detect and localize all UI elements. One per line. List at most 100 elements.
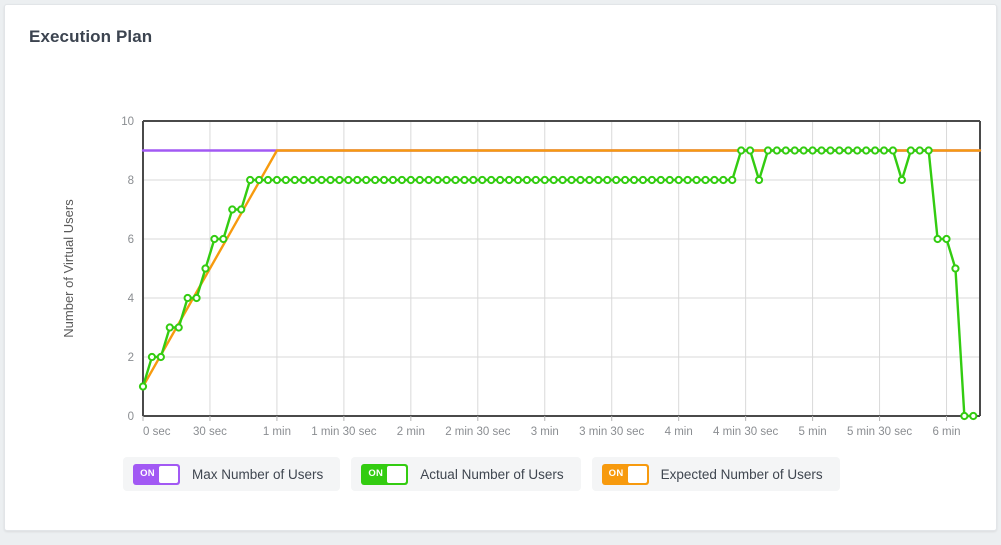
data-point-marker bbox=[488, 177, 494, 183]
data-point-marker bbox=[676, 177, 682, 183]
data-point-marker bbox=[318, 177, 324, 183]
data-point-marker bbox=[568, 177, 574, 183]
y-axis-tick-label: 8 bbox=[128, 175, 134, 187]
data-point-marker bbox=[301, 177, 307, 183]
data-point-marker bbox=[961, 413, 967, 419]
data-point-marker bbox=[524, 177, 530, 183]
data-point-marker bbox=[167, 324, 173, 330]
data-point-marker bbox=[926, 147, 932, 153]
data-point-marker bbox=[256, 177, 262, 183]
data-point-marker bbox=[845, 147, 851, 153]
data-point-marker bbox=[595, 177, 601, 183]
data-point-marker bbox=[908, 147, 914, 153]
data-point-marker bbox=[934, 236, 940, 242]
data-point-marker bbox=[399, 177, 405, 183]
data-point-marker bbox=[756, 177, 762, 183]
series-line-2 bbox=[143, 151, 973, 417]
y-axis-title: Number of Virtual Users bbox=[61, 199, 76, 338]
data-point-marker bbox=[738, 147, 744, 153]
data-point-marker bbox=[283, 177, 289, 183]
data-point-marker bbox=[211, 236, 217, 242]
data-point-marker bbox=[881, 147, 887, 153]
y-axis-tick-label: 0 bbox=[128, 411, 134, 423]
data-point-marker bbox=[292, 177, 298, 183]
data-point-marker bbox=[863, 147, 869, 153]
data-point-marker bbox=[551, 177, 557, 183]
x-axis-tick-label: 2 min 30 sec bbox=[445, 426, 510, 438]
data-point-marker bbox=[229, 206, 235, 212]
x-axis-tick-label: 3 min 30 sec bbox=[579, 426, 644, 438]
x-axis-tick-label: 5 min 30 sec bbox=[847, 426, 912, 438]
x-axis-tick-label: 0 sec bbox=[143, 426, 171, 438]
legend-toggle-switch-0[interactable]: ON bbox=[133, 464, 180, 485]
data-point-marker bbox=[604, 177, 610, 183]
data-point-marker bbox=[711, 177, 717, 183]
x-axis-tick-label: 2 min bbox=[397, 426, 425, 438]
x-axis-tick-label: 4 min 30 sec bbox=[713, 426, 778, 438]
data-point-marker bbox=[917, 147, 923, 153]
data-point-marker bbox=[345, 177, 351, 183]
data-point-marker bbox=[693, 177, 699, 183]
data-point-marker bbox=[461, 177, 467, 183]
data-point-marker bbox=[747, 147, 753, 153]
data-point-marker bbox=[452, 177, 458, 183]
data-point-marker bbox=[649, 177, 655, 183]
data-point-marker bbox=[765, 147, 771, 153]
data-point-marker bbox=[774, 147, 780, 153]
data-point-marker bbox=[363, 177, 369, 183]
data-point-marker bbox=[658, 177, 664, 183]
data-point-marker bbox=[238, 206, 244, 212]
data-point-marker bbox=[149, 354, 155, 360]
data-point-marker bbox=[872, 147, 878, 153]
data-point-marker bbox=[470, 177, 476, 183]
data-point-marker bbox=[390, 177, 396, 183]
x-axis-tick-label: 30 sec bbox=[193, 426, 227, 438]
legend-item-label: Expected Number of Users bbox=[661, 467, 823, 482]
data-point-marker bbox=[176, 324, 182, 330]
data-point-marker bbox=[220, 236, 226, 242]
data-point-marker bbox=[783, 147, 789, 153]
series-line-1 bbox=[143, 151, 980, 387]
data-point-marker bbox=[810, 147, 816, 153]
toggle-state-label: ON bbox=[363, 469, 388, 479]
execution-plan-page: Execution Plan 02468100 sec30 sec1 min1 … bbox=[0, 0, 1001, 545]
legend-toggle-switch-1[interactable]: ON bbox=[361, 464, 408, 485]
y-axis-tick-label: 2 bbox=[128, 352, 134, 364]
x-axis-tick-label: 4 min bbox=[665, 426, 693, 438]
legend-toggle-switch-2[interactable]: ON bbox=[602, 464, 649, 485]
data-point-marker bbox=[943, 236, 949, 242]
data-point-marker bbox=[890, 147, 896, 153]
data-point-marker bbox=[247, 177, 253, 183]
data-point-marker bbox=[327, 177, 333, 183]
page-title: Execution Plan bbox=[29, 27, 152, 47]
data-point-marker bbox=[631, 177, 637, 183]
data-point-marker bbox=[310, 177, 316, 183]
execution-plan-card: Execution Plan 02468100 sec30 sec1 min1 … bbox=[4, 4, 997, 531]
data-point-marker bbox=[970, 413, 976, 419]
data-point-marker bbox=[202, 265, 208, 271]
data-point-marker bbox=[854, 147, 860, 153]
data-point-marker bbox=[801, 147, 807, 153]
toggle-knob bbox=[628, 466, 647, 483]
legend-item-1[interactable]: ONActual Number of Users bbox=[351, 457, 580, 491]
data-point-marker bbox=[185, 295, 191, 301]
data-point-marker bbox=[479, 177, 485, 183]
data-point-marker bbox=[818, 147, 824, 153]
execution-plan-chart: 02468100 sec30 sec1 min1 min 30 sec2 min… bbox=[5, 85, 998, 445]
data-point-marker bbox=[542, 177, 548, 183]
data-point-marker bbox=[497, 177, 503, 183]
data-point-marker bbox=[515, 177, 521, 183]
legend-item-0[interactable]: ON Max Number of Users bbox=[123, 457, 340, 491]
data-point-marker bbox=[426, 177, 432, 183]
toggle-state-label: ON bbox=[604, 469, 629, 479]
data-point-marker bbox=[533, 177, 539, 183]
data-point-marker bbox=[158, 354, 164, 360]
legend-item-2[interactable]: ON Expected Number of Users bbox=[592, 457, 840, 491]
data-point-marker bbox=[577, 177, 583, 183]
data-point-marker bbox=[354, 177, 360, 183]
chart-legend: ON Max Number of Users ONActual Number of … bbox=[123, 457, 840, 491]
legend-item-label: Max Number of Users bbox=[192, 467, 323, 482]
toggle-knob bbox=[387, 466, 406, 483]
data-point-marker bbox=[836, 147, 842, 153]
y-axis-tick-label: 6 bbox=[128, 234, 134, 246]
